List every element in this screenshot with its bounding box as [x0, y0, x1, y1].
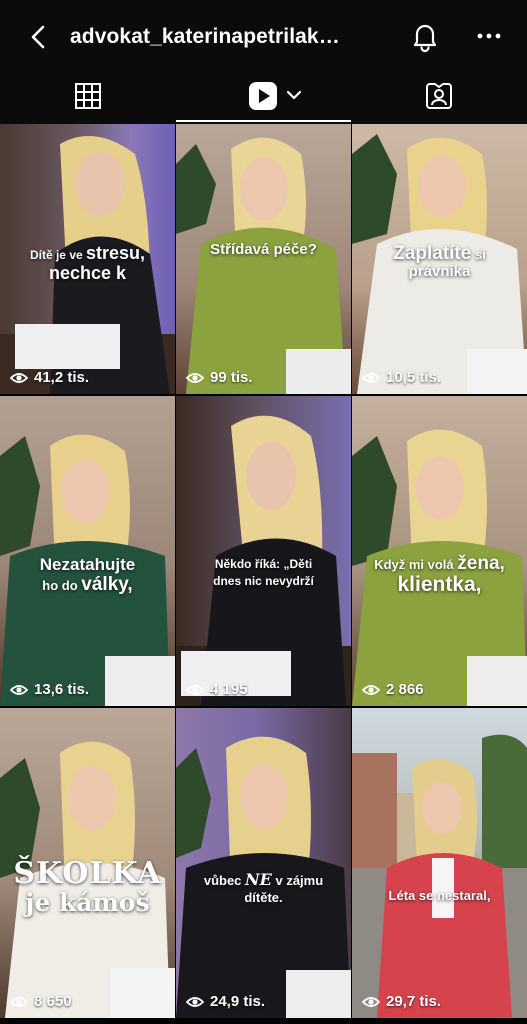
presenter-thumbnail — [0, 434, 175, 706]
caption-text: Střídavá péče? — [210, 241, 317, 258]
caption-text: Nezatahujte — [39, 555, 136, 574]
view-count: 2 866 — [362, 681, 424, 698]
grid-icon — [75, 83, 101, 109]
reel-tile[interactable]: ŠKOLKA je kámoš 8 650 — [0, 708, 175, 1018]
caption-text: dnes nic nevydrží — [213, 573, 314, 588]
caption-text: ho do — [42, 577, 82, 593]
reel-tile[interactable]: Střídavá péče? 99 tis. — [176, 124, 351, 394]
presenter-thumbnail — [176, 415, 351, 706]
reel-tile[interactable]: Léta se nestaral, 29,7 tis. — [352, 708, 527, 1018]
eye-icon — [362, 996, 380, 1007]
more-options-icon[interactable] — [474, 24, 504, 48]
profile-username: advokat_katerinapetrilak… — [70, 25, 340, 48]
reel-tile[interactable]: Někdo říká: „Děti dnes nic nevydrží 4 19… — [176, 396, 351, 706]
presenter-thumbnail — [352, 734, 527, 1018]
reel-tile[interactable]: Nezatahujte ho do války, 13,6 tis. — [0, 396, 175, 706]
eye-icon — [362, 684, 380, 695]
reel-tile[interactable]: Když mi volá žena, klientka, 2 866 — [352, 396, 527, 706]
view-count: 4 195 — [186, 681, 248, 698]
tagged-person-icon — [426, 83, 452, 109]
view-count: 8 650 — [10, 993, 72, 1010]
reel-tile[interactable]: Dítě je ve stresu, nechce k 41,2 tis. — [0, 124, 175, 394]
bell-icon[interactable] — [408, 19, 442, 53]
eye-icon — [362, 372, 380, 383]
presenter-thumbnail — [352, 429, 527, 706]
caption-text: Zaplatíte — [393, 243, 472, 264]
caption-text: stresu, — [86, 243, 146, 263]
caption-text: právníka — [408, 262, 471, 280]
eye-icon — [10, 996, 28, 1007]
caption-text: nechce k — [48, 262, 127, 283]
eye-icon — [186, 684, 204, 695]
caption-text: vůbec — [203, 873, 246, 888]
profile-header: advokat_katerinapetrilak… — [0, 0, 527, 124]
profile-tabs — [0, 72, 527, 122]
view-count: 10,5 tis. — [362, 369, 441, 386]
caption-text: ŠKOLKA — [13, 856, 162, 891]
caption-text: dítěte. — [244, 889, 283, 905]
tab-reels[interactable] — [176, 72, 351, 122]
reels-grid: Dítě je ve stresu, nechce k 41,2 tis. St… — [0, 124, 527, 1024]
presenter-thumbnail — [176, 736, 351, 1018]
eye-icon — [186, 996, 204, 1007]
caption-text: je kámoš — [25, 887, 150, 917]
chevron-down-icon — [286, 90, 302, 100]
eye-icon — [10, 684, 28, 695]
caption-text: klientka, — [397, 572, 482, 596]
caption-text: NE — [245, 870, 272, 889]
eye-icon — [10, 372, 28, 383]
view-count: 99 tis. — [186, 369, 253, 386]
tab-grid[interactable] — [0, 72, 175, 122]
reel-tile[interactable]: Zaplatíte si právníka 10,5 tis. — [352, 124, 527, 394]
eye-icon — [186, 372, 204, 383]
view-count: 41,2 tis. — [10, 369, 89, 386]
tab-tagged[interactable] — [352, 72, 527, 122]
caption-text: Léta se nestaral, — [388, 888, 491, 903]
caption-text: Dítě je ve — [29, 248, 86, 262]
view-count: 13,6 tis. — [10, 681, 89, 698]
caption-text: Když mi volá — [374, 557, 458, 572]
back-arrow-icon[interactable] — [24, 22, 54, 52]
caption-text: Někdo říká: „Děti — [214, 557, 313, 571]
reel-tile[interactable]: vůbec NE v zájmu dítěte. 24,9 tis. — [176, 708, 351, 1018]
caption-text: si — [471, 247, 486, 262]
caption-text: války, — [81, 573, 133, 595]
presenter-thumbnail — [176, 137, 351, 394]
view-count: 29,7 tis. — [362, 993, 441, 1010]
view-count: 24,9 tis. — [186, 993, 265, 1010]
caption-text: v zájmu — [271, 873, 324, 888]
caption-text: žena, — [457, 553, 505, 574]
reels-play-icon — [249, 82, 277, 110]
